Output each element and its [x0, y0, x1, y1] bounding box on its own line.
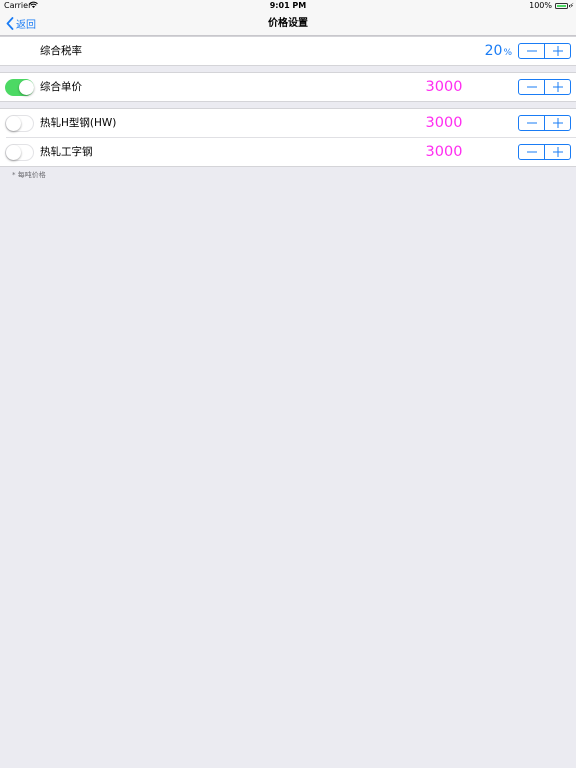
- item-label: 热轧工字钢: [40, 146, 93, 158]
- item-decrement-button[interactable]: [519, 145, 544, 159]
- tax-rate-unit: %: [503, 48, 512, 58]
- item-increment-button[interactable]: [544, 145, 570, 159]
- unit-price-value: 3000: [425, 79, 463, 95]
- steel-items-section: 热轧H型钢(HW) 3000 热轧工字钢 3000: [0, 108, 576, 167]
- item-stepper-hw[interactable]: [518, 115, 571, 131]
- list-item: 热轧工字钢 3000: [0, 138, 576, 167]
- list-item: 热轧H型钢(HW) 3000: [0, 109, 576, 138]
- status-bar: Carrier 9:01 PM 100% ⚡: [0, 0, 576, 12]
- navigation-bar: 返回 价格设置: [0, 12, 576, 36]
- minus-icon: [526, 151, 537, 153]
- tax-rate-stepper[interactable]: [518, 43, 571, 59]
- item-price: 3000: [425, 115, 463, 131]
- tax-rate-decrement-button[interactable]: [519, 44, 544, 58]
- tax-rate-row: 综合税率 20%: [0, 37, 576, 66]
- charging-icon: ⚡: [569, 2, 574, 10]
- tax-rate-increment-button[interactable]: [544, 44, 570, 58]
- status-time: 9:01 PM: [269, 1, 307, 10]
- tax-rate-value: 20%: [485, 37, 512, 68]
- unit-price-section: 综合单价 3000: [0, 72, 576, 102]
- unit-price-label: 综合单价: [40, 81, 82, 93]
- minus-icon: [526, 122, 537, 124]
- unit-price-decrement-button[interactable]: [519, 80, 544, 94]
- unit-price-row: 综合单价 3000: [0, 73, 576, 102]
- page-title: 价格设置: [268, 18, 308, 29]
- item-price: 3000: [425, 144, 463, 160]
- item-stepper-i-beam[interactable]: [518, 144, 571, 160]
- item-decrement-button[interactable]: [519, 116, 544, 130]
- tax-rate-section: 综合税率 20%: [0, 36, 576, 66]
- tax-rate-number: 20: [484, 43, 503, 59]
- item-increment-button[interactable]: [544, 116, 570, 130]
- minus-icon: [526, 50, 537, 52]
- unit-price-stepper[interactable]: [518, 79, 571, 95]
- unit-price-increment-button[interactable]: [544, 80, 570, 94]
- unit-price-toggle[interactable]: [5, 79, 34, 96]
- battery-percent: 100%: [529, 1, 552, 10]
- footnote: * 每吨价格: [12, 171, 46, 179]
- item-toggle-hw[interactable]: [5, 115, 34, 132]
- item-label: 热轧H型钢(HW): [40, 117, 117, 129]
- item-toggle-i-beam[interactable]: [5, 144, 34, 161]
- minus-icon: [526, 86, 537, 88]
- battery-icon: [555, 3, 570, 9]
- tax-rate-label: 综合税率: [40, 45, 82, 57]
